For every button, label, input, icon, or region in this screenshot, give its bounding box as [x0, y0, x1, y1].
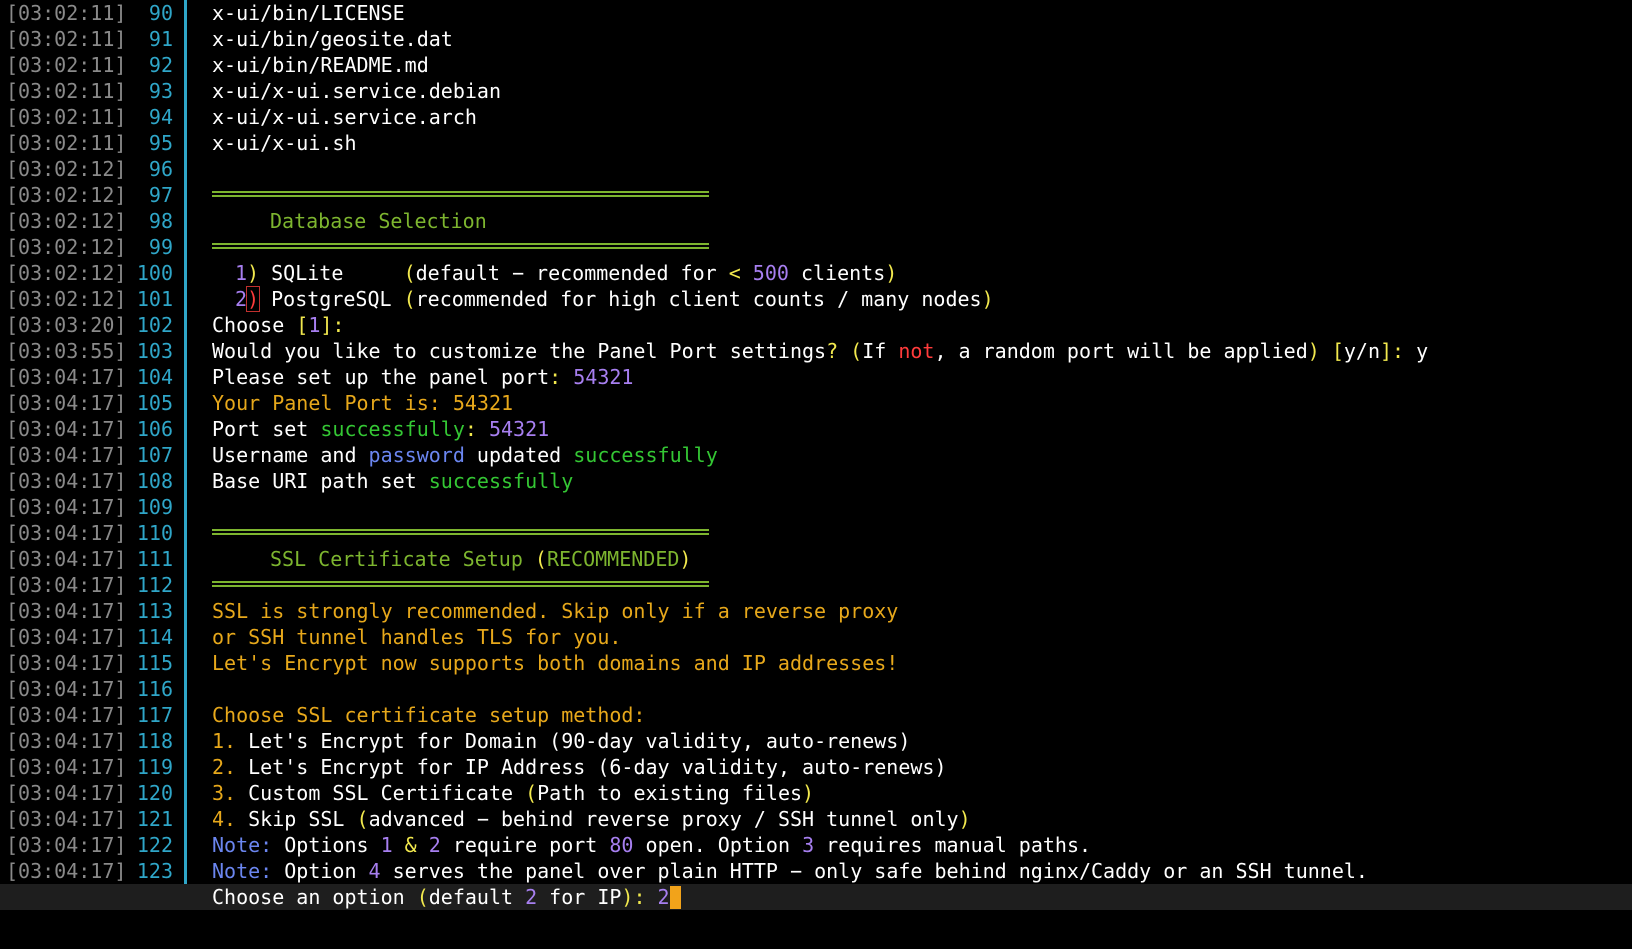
- log-line: SSL is strongly recommended. Skip only i…: [212, 599, 899, 623]
- log-line: x-ui/x-ui.sh: [0, 130, 1632, 156]
- divider-line: [0, 182, 1632, 208]
- log-text: x-ui/bin/geosite.dat: [212, 27, 453, 51]
- note-line: Note: Options 1 & 2 require port 80 open…: [212, 833, 1092, 857]
- double-rule: [212, 243, 709, 249]
- log-line: x-ui/bin/README.md: [0, 52, 1632, 78]
- double-rule: [212, 191, 709, 197]
- log-text: x-ui/bin/LICENSE: [212, 1, 405, 25]
- gutter-bar: [184, 156, 187, 182]
- divider-line: [0, 234, 1632, 260]
- gutter-bar: [184, 494, 187, 520]
- db-option-sqlite: 1) SQLite (default − recommended for < 5…: [235, 261, 898, 285]
- input-line[interactable]: Choose an option (default 2 for IP): 2: [0, 884, 1632, 910]
- log-line: x-ui/bin/geosite.dat: [0, 26, 1632, 52]
- prompt-line: Would you like to customize the Panel Po…: [212, 339, 1429, 363]
- double-rule: [212, 581, 709, 587]
- log-line: Base URI path set successfully: [212, 469, 574, 493]
- gutter-row: [03:04:17] 116: [0, 676, 1632, 702]
- log-line: x-ui/x-ui.service.debian: [0, 78, 1632, 104]
- ssl-option-2: 2. Let's Encrypt for IP Address (6-day v…: [212, 755, 947, 779]
- log-text: x-ui/x-ui.sh: [212, 131, 357, 155]
- db-option-postgresql: 2) PostgreSQL (recommended for high clie…: [235, 286, 994, 312]
- log-line: Let's Encrypt now supports both domains …: [212, 651, 899, 675]
- log-line: Username and password updated successful…: [212, 443, 718, 467]
- log-text: x-ui/bin/README.md: [212, 53, 429, 77]
- timestamp: [03:04:17]: [6, 495, 127, 519]
- log-text: x-ui/x-ui.service.debian: [212, 79, 501, 103]
- ssl-option-3: 3. Custom SSL Certificate (Path to exist…: [212, 781, 815, 805]
- gutter-bar: [184, 676, 187, 702]
- line-number: 116: [136, 677, 173, 701]
- note-line: Note: Option 4 serves the panel over pla…: [212, 859, 1368, 883]
- gutter-row: [03:04:17] 109: [0, 494, 1632, 520]
- terminal-window[interactable]: [03:02:11] 90 [03:02:11] 91 [03:02:11] 92 [03:…: [0, 0, 1632, 949]
- log-line: Your Panel Port is: 54321: [212, 391, 514, 415]
- section-heading: Database Selection: [0, 208, 1632, 234]
- timestamp: [03:02:12]: [6, 157, 127, 181]
- gutter-row: [03:02:12] 96: [0, 156, 1632, 182]
- line-number: 96: [148, 157, 173, 181]
- timestamp: [03:04:17]: [6, 677, 127, 701]
- log-line: or SSH tunnel handles TLS for you.: [212, 625, 622, 649]
- section-heading: SSL Certificate Setup (RECOMMENDED): [0, 546, 1632, 572]
- log-line: x-ui/x-ui.service.arch: [0, 104, 1632, 130]
- log-line: Choose SSL certificate setup method:: [212, 703, 646, 727]
- double-rule: [212, 529, 709, 535]
- ssl-option-4: 4. Skip SSL (advanced − behind reverse p…: [212, 807, 971, 831]
- divider-line: [0, 520, 1632, 546]
- ssl-option-1: 1. Let's Encrypt for Domain (90-day vali…: [212, 729, 911, 753]
- divider-line: [0, 572, 1632, 598]
- log-text: x-ui/x-ui.service.arch: [212, 105, 477, 129]
- database-selection-title: Database Selection: [270, 209, 487, 233]
- log-line: x-ui/bin/LICENSE: [0, 0, 1632, 26]
- line-number: 109: [136, 495, 173, 519]
- log-line: Port set successfully: 54321: [212, 417, 550, 441]
- text-cursor: [669, 886, 681, 909]
- option-prompt[interactable]: Choose an option (default 2 for IP): 2: [212, 884, 681, 910]
- prompt-line: Choose [1]:: [212, 313, 345, 337]
- log-line: Please set up the panel port: 54321: [212, 365, 634, 389]
- ssl-setup-title: SSL Certificate Setup (RECOMMENDED): [270, 547, 692, 571]
